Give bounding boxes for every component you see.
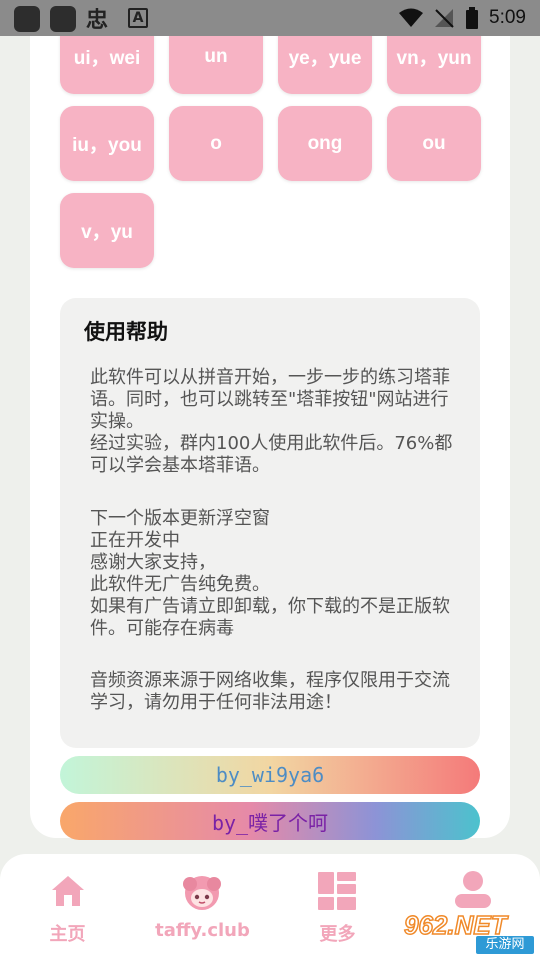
nav-label-more: 更多 [319, 924, 356, 945]
pinyin-button-o[interactable]: o [169, 106, 263, 181]
taffy-avatar-icon [183, 876, 221, 910]
app-a-icon: A [128, 8, 148, 28]
help-update-text: 下一个版本更新浮空窗 正在开发中 感谢大家支持， 此软件无广告纯免费。 如果有广… [90, 508, 450, 639]
clock: 5:09 [489, 7, 526, 28]
watermark-sub: 乐游网 [476, 936, 534, 954]
battery-icon [466, 7, 479, 29]
app-square-icon [14, 6, 40, 32]
nav-label-home: 主页 [49, 924, 86, 945]
profile-icon [455, 871, 491, 908]
pinyin-button-v-yu[interactable]: v，yu [60, 193, 154, 268]
help-title: 使用帮助 [84, 320, 168, 344]
help-intro-text: 此软件可以从拼音开始，一步一步的练习塔菲语。同时，也可以跳转至"塔菲按钮"网站进… [90, 367, 453, 476]
watermark-logo: 962.NET 乐游网 [400, 909, 534, 956]
wifi-icon [399, 8, 424, 27]
notification-glyph: 忠 [86, 8, 109, 33]
nav-label-taffy-club: taffy.club [155, 920, 250, 941]
help-panel: 使用帮助 此软件可以从拼音开始，一步一步的练习塔菲语。同时，也可以跳转至"塔菲按… [60, 298, 480, 748]
credit-bar-wi9ya6[interactable]: by_wi9ya6 [60, 756, 480, 794]
signal-off-icon [435, 9, 454, 28]
grid-icon [318, 872, 356, 910]
credit-bar-pulegehe[interactable]: by_噗了个呵 [60, 802, 480, 840]
home-icon [52, 876, 84, 906]
nav-item-more[interactable]: 更多 [270, 854, 405, 960]
help-disclaimer-text: 音频资源来源于网络收集，程序仅限用于交流学习，请勿用于任何非法用途！ [90, 670, 450, 713]
status-bar: 忠 A 5:09 [0, 0, 540, 36]
app-square-icon [50, 6, 76, 32]
nav-item-home[interactable]: 主页 [0, 854, 135, 960]
pinyin-button-iu-you[interactable]: iu，you [60, 106, 154, 181]
nav-item-taffy-club[interactable]: taffy.club [135, 854, 270, 960]
pinyin-button-ou[interactable]: ou [387, 106, 481, 181]
pinyin-button-ong[interactable]: ong [278, 106, 372, 181]
